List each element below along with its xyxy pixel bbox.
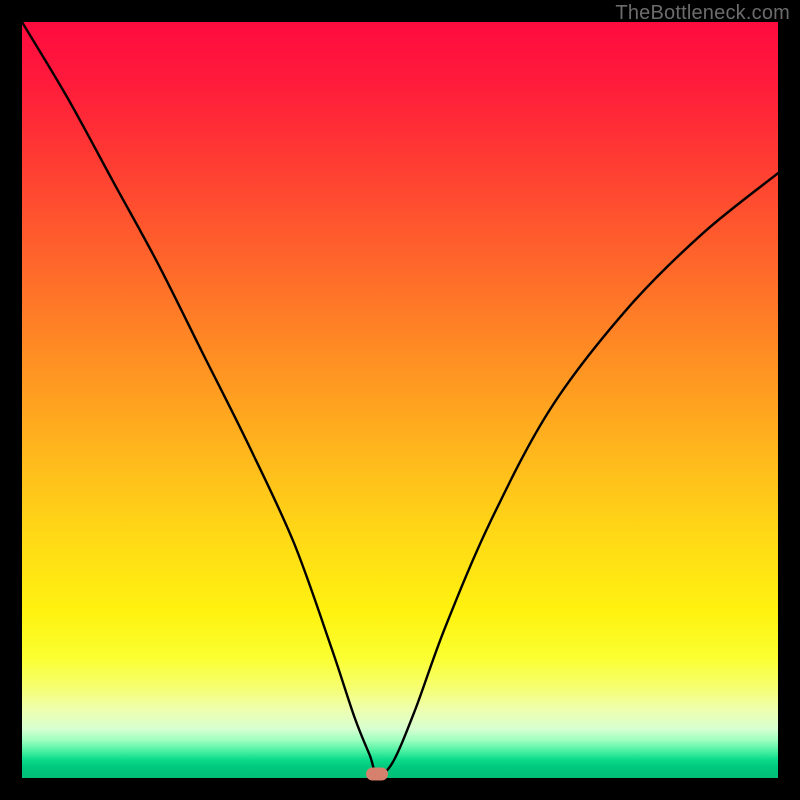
optimal-marker [366, 768, 388, 781]
curve-path [22, 22, 778, 775]
plot-area [22, 22, 778, 778]
bottleneck-curve [22, 22, 778, 778]
chart-frame: TheBottleneck.com [0, 0, 800, 800]
